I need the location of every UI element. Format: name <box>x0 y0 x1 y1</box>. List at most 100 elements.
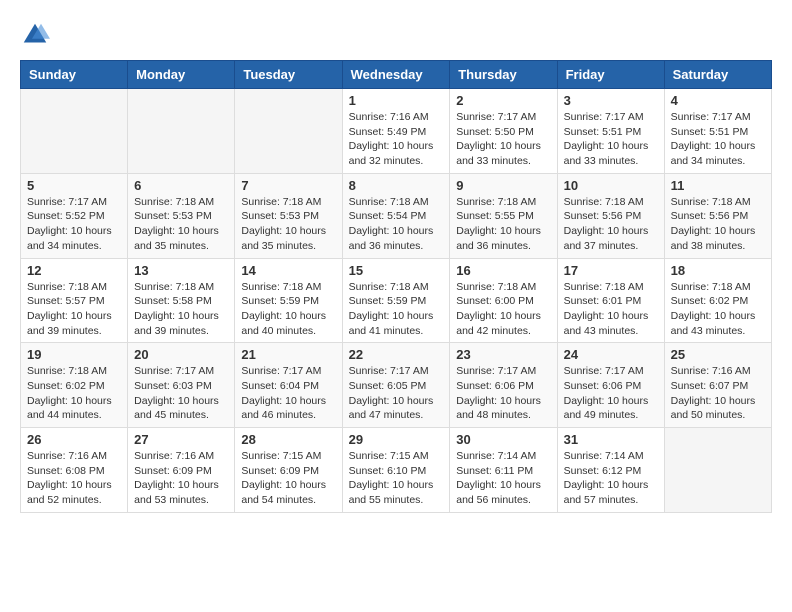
day-info: Sunrise: 7:17 AM Sunset: 5:50 PM Dayligh… <box>456 110 550 169</box>
day-number: 27 <box>134 432 228 447</box>
day-number: 14 <box>241 263 335 278</box>
calendar-table: SundayMondayTuesdayWednesdayThursdayFrid… <box>20 60 772 513</box>
day-number: 2 <box>456 93 550 108</box>
calendar-cell: 15 Sunrise: 7:18 AM Sunset: 5:59 PM Dayli… <box>342 258 450 343</box>
calendar-cell: 4Sunrise: 7:17 AM Sunset: 5:51 PM Daylig… <box>664 89 771 174</box>
day-number: 3 <box>564 93 658 108</box>
day-info: Sunrise: 7:18 AM Sunset: 5:56 PM Dayligh… <box>564 195 658 254</box>
day-number: 17 <box>564 263 658 278</box>
day-number: 18 <box>671 263 765 278</box>
day-info: Sunrise: 7:16 AM Sunset: 6:08 PM Dayligh… <box>27 449 121 508</box>
calendar-cell <box>664 428 771 513</box>
calendar-cell: 29 Sunrise: 7:15 AM Sunset: 6:10 PM Dayli… <box>342 428 450 513</box>
day-info: Sunrise: 7:17 AM Sunset: 6:03 PM Dayligh… <box>134 364 228 423</box>
day-info: Sunrise: 7:14 AM Sunset: 6:12 PM Dayligh… <box>564 449 658 508</box>
day-number: 12 <box>27 263 121 278</box>
day-number: 6 <box>134 178 228 193</box>
day-number: 15 <box>349 263 444 278</box>
weekday-header-monday: Monday <box>128 61 235 89</box>
day-number: 11 <box>671 178 765 193</box>
calendar-cell: 2 Sunrise: 7:17 AM Sunset: 5:50 PM Daylig… <box>450 89 557 174</box>
weekday-header-friday: Friday <box>557 61 664 89</box>
weekday-header-saturday: Saturday <box>664 61 771 89</box>
day-info: Sunrise: 7:17 AM Sunset: 5:52 PM Dayligh… <box>27 195 121 254</box>
page-header <box>20 20 772 50</box>
calendar-week-row: 1Sunrise: 7:16 AM Sunset: 5:49 PM Daylig… <box>21 89 772 174</box>
day-number: 16 <box>456 263 550 278</box>
day-number: 22 <box>349 347 444 362</box>
day-number: 4 <box>671 93 765 108</box>
calendar-cell: 18 Sunrise: 7:18 AM Sunset: 6:02 PM Dayli… <box>664 258 771 343</box>
calendar-cell: 19 Sunrise: 7:18 AM Sunset: 6:02 PM Dayli… <box>21 343 128 428</box>
day-info: Sunrise: 7:17 AM Sunset: 6:04 PM Dayligh… <box>241 364 335 423</box>
calendar-week-row: 12Sunrise: 7:18 AM Sunset: 5:57 PM Dayli… <box>21 258 772 343</box>
calendar-cell: 6 Sunrise: 7:18 AM Sunset: 5:53 PM Daylig… <box>128 173 235 258</box>
weekday-header-tuesday: Tuesday <box>235 61 342 89</box>
calendar-cell: 28 Sunrise: 7:15 AM Sunset: 6:09 PM Dayli… <box>235 428 342 513</box>
day-info: Sunrise: 7:18 AM Sunset: 6:02 PM Dayligh… <box>27 364 121 423</box>
calendar-cell: 20 Sunrise: 7:17 AM Sunset: 6:03 PM Dayli… <box>128 343 235 428</box>
day-info: Sunrise: 7:18 AM Sunset: 5:59 PM Dayligh… <box>349 280 444 339</box>
day-number: 21 <box>241 347 335 362</box>
day-number: 28 <box>241 432 335 447</box>
calendar-cell: 3 Sunrise: 7:17 AM Sunset: 5:51 PM Daylig… <box>557 89 664 174</box>
day-number: 23 <box>456 347 550 362</box>
day-number: 9 <box>456 178 550 193</box>
weekday-header-row: SundayMondayTuesdayWednesdayThursdayFrid… <box>21 61 772 89</box>
day-number: 7 <box>241 178 335 193</box>
calendar-cell: 7 Sunrise: 7:18 AM Sunset: 5:53 PM Daylig… <box>235 173 342 258</box>
calendar-cell: 31Sunrise: 7:14 AM Sunset: 6:12 PM Dayli… <box>557 428 664 513</box>
day-number: 13 <box>134 263 228 278</box>
day-info: Sunrise: 7:14 AM Sunset: 6:11 PM Dayligh… <box>456 449 550 508</box>
calendar-cell: 14Sunrise: 7:18 AM Sunset: 5:59 PM Dayli… <box>235 258 342 343</box>
day-number: 25 <box>671 347 765 362</box>
day-number: 19 <box>27 347 121 362</box>
calendar-week-row: 19 Sunrise: 7:18 AM Sunset: 6:02 PM Dayli… <box>21 343 772 428</box>
day-info: Sunrise: 7:18 AM Sunset: 5:53 PM Dayligh… <box>134 195 228 254</box>
calendar-cell: 23 Sunrise: 7:17 AM Sunset: 6:06 PM Dayli… <box>450 343 557 428</box>
day-info: Sunrise: 7:18 AM Sunset: 6:00 PM Dayligh… <box>456 280 550 339</box>
day-number: 26 <box>27 432 121 447</box>
day-number: 8 <box>349 178 444 193</box>
calendar-cell: 17Sunrise: 7:18 AM Sunset: 6:01 PM Dayli… <box>557 258 664 343</box>
calendar-cell: 11 Sunrise: 7:18 AM Sunset: 5:56 PM Dayli… <box>664 173 771 258</box>
day-info: Sunrise: 7:16 AM Sunset: 6:07 PM Dayligh… <box>671 364 765 423</box>
day-info: Sunrise: 7:18 AM Sunset: 5:53 PM Dayligh… <box>241 195 335 254</box>
calendar-week-row: 5 Sunrise: 7:17 AM Sunset: 5:52 PM Daylig… <box>21 173 772 258</box>
logo <box>20 20 54 50</box>
day-number: 10 <box>564 178 658 193</box>
calendar-cell: 13 Sunrise: 7:18 AM Sunset: 5:58 PM Dayli… <box>128 258 235 343</box>
day-info: Sunrise: 7:18 AM Sunset: 5:56 PM Dayligh… <box>671 195 765 254</box>
day-info: Sunrise: 7:15 AM Sunset: 6:10 PM Dayligh… <box>349 449 444 508</box>
day-number: 20 <box>134 347 228 362</box>
calendar-cell: 24Sunrise: 7:17 AM Sunset: 6:06 PM Dayli… <box>557 343 664 428</box>
day-info: Sunrise: 7:17 AM Sunset: 6:06 PM Dayligh… <box>456 364 550 423</box>
calendar-cell: 27 Sunrise: 7:16 AM Sunset: 6:09 PM Dayli… <box>128 428 235 513</box>
calendar-cell: 30Sunrise: 7:14 AM Sunset: 6:11 PM Dayli… <box>450 428 557 513</box>
calendar-week-row: 26 Sunrise: 7:16 AM Sunset: 6:08 PM Dayli… <box>21 428 772 513</box>
day-info: Sunrise: 7:17 AM Sunset: 6:05 PM Dayligh… <box>349 364 444 423</box>
calendar-cell: 5 Sunrise: 7:17 AM Sunset: 5:52 PM Daylig… <box>21 173 128 258</box>
day-info: Sunrise: 7:17 AM Sunset: 5:51 PM Dayligh… <box>564 110 658 169</box>
calendar-cell <box>21 89 128 174</box>
calendar-cell: 25 Sunrise: 7:16 AM Sunset: 6:07 PM Dayli… <box>664 343 771 428</box>
calendar-cell: 10 Sunrise: 7:18 AM Sunset: 5:56 PM Dayli… <box>557 173 664 258</box>
weekday-header-thursday: Thursday <box>450 61 557 89</box>
calendar-cell <box>235 89 342 174</box>
day-number: 5 <box>27 178 121 193</box>
calendar-cell: 22 Sunrise: 7:17 AM Sunset: 6:05 PM Dayli… <box>342 343 450 428</box>
calendar-cell: 9 Sunrise: 7:18 AM Sunset: 5:55 PM Daylig… <box>450 173 557 258</box>
day-info: Sunrise: 7:15 AM Sunset: 6:09 PM Dayligh… <box>241 449 335 508</box>
day-info: Sunrise: 7:18 AM Sunset: 5:55 PM Dayligh… <box>456 195 550 254</box>
calendar-cell: 16 Sunrise: 7:18 AM Sunset: 6:00 PM Dayli… <box>450 258 557 343</box>
day-number: 29 <box>349 432 444 447</box>
calendar-cell: 1Sunrise: 7:16 AM Sunset: 5:49 PM Daylig… <box>342 89 450 174</box>
day-info: Sunrise: 7:18 AM Sunset: 5:58 PM Dayligh… <box>134 280 228 339</box>
day-info: Sunrise: 7:17 AM Sunset: 6:06 PM Dayligh… <box>564 364 658 423</box>
calendar-cell: 12Sunrise: 7:18 AM Sunset: 5:57 PM Dayli… <box>21 258 128 343</box>
day-info: Sunrise: 7:18 AM Sunset: 6:02 PM Dayligh… <box>671 280 765 339</box>
weekday-header-sunday: Sunday <box>21 61 128 89</box>
day-info: Sunrise: 7:18 AM Sunset: 5:54 PM Dayligh… <box>349 195 444 254</box>
day-info: Sunrise: 7:16 AM Sunset: 6:09 PM Dayligh… <box>134 449 228 508</box>
calendar-cell: 8 Sunrise: 7:18 AM Sunset: 5:54 PM Daylig… <box>342 173 450 258</box>
